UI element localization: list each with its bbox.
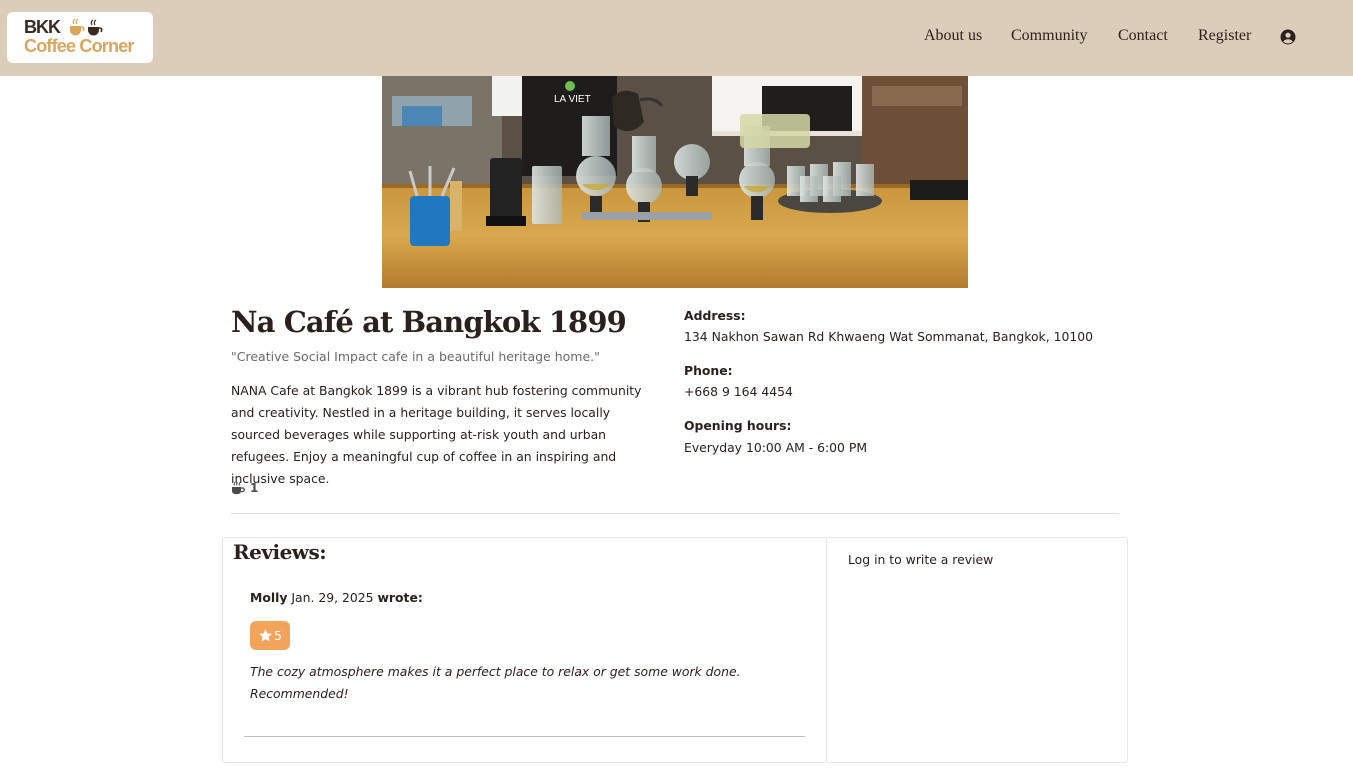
logo-line2: Coffee Corner xyxy=(24,36,134,56)
review-author: Molly xyxy=(250,590,288,605)
nav-register[interactable]: Register xyxy=(1198,27,1251,45)
nav-about-us[interactable]: About us xyxy=(924,27,982,45)
cafe-description: NANA Cafe at Bangkok 1899 is a vibrant h… xyxy=(231,383,642,486)
rating-count: 1 xyxy=(250,481,259,495)
section-divider xyxy=(231,513,1119,514)
nav-contact[interactable]: Contact xyxy=(1118,27,1168,45)
coffee-cups-icon xyxy=(70,18,103,36)
hero-image: LA VIET xyxy=(382,76,968,288)
review-text: The cozy atmosphere makes it a perfect p… xyxy=(250,664,741,701)
logo-line1: BKK xyxy=(24,17,61,37)
user-circle-icon[interactable] xyxy=(1280,29,1296,45)
review-divider xyxy=(244,736,805,737)
review-date: Jan. 29, 2025 xyxy=(291,590,374,605)
reviews-panel: Reviews: Molly Jan. 29, 2025 wrote: 5 Th… xyxy=(222,537,827,763)
login-to-review-link[interactable]: Log in to write a review xyxy=(848,552,993,567)
review-score: 5 xyxy=(274,628,282,643)
reviews-heading: Reviews: xyxy=(233,540,327,564)
star-icon xyxy=(259,629,272,642)
phone-label: Phone: xyxy=(684,363,733,378)
cafe-tagline: "Creative Social Impact cafe in a beauti… xyxy=(231,349,600,364)
opening-hours-label: Opening hours: xyxy=(684,418,792,433)
write-review-panel: Log in to write a review xyxy=(826,537,1128,763)
address-value: 134 Nakhon Sawan Rd Khwaeng Wat Sommanat… xyxy=(684,329,1094,344)
site-logo[interactable]: BKK Coffee Corner xyxy=(7,12,153,63)
review-wrote-label: wrote: xyxy=(377,590,423,605)
nav-community[interactable]: Community xyxy=(1011,27,1087,45)
review-meta: Molly Jan. 29, 2025 wrote: xyxy=(250,590,423,605)
phone-value: +668 9 164 4454 xyxy=(684,384,793,399)
opening-hours-value: Everyday 10:00 AM - 6:00 PM xyxy=(684,440,868,455)
cafe-title: Na Café at Bangkok 1899 xyxy=(231,305,627,339)
address-label: Address: xyxy=(684,308,746,323)
navbar: BKK Coffee Corner About us Community Con… xyxy=(0,0,1353,76)
review-score-badge: 5 xyxy=(250,621,290,650)
hero-photo-illustration: LA VIET xyxy=(382,76,968,288)
apron-text: LA VIET xyxy=(554,94,591,105)
coffee-cup-icon xyxy=(232,482,245,494)
cafe-rating: 1 xyxy=(231,481,258,495)
